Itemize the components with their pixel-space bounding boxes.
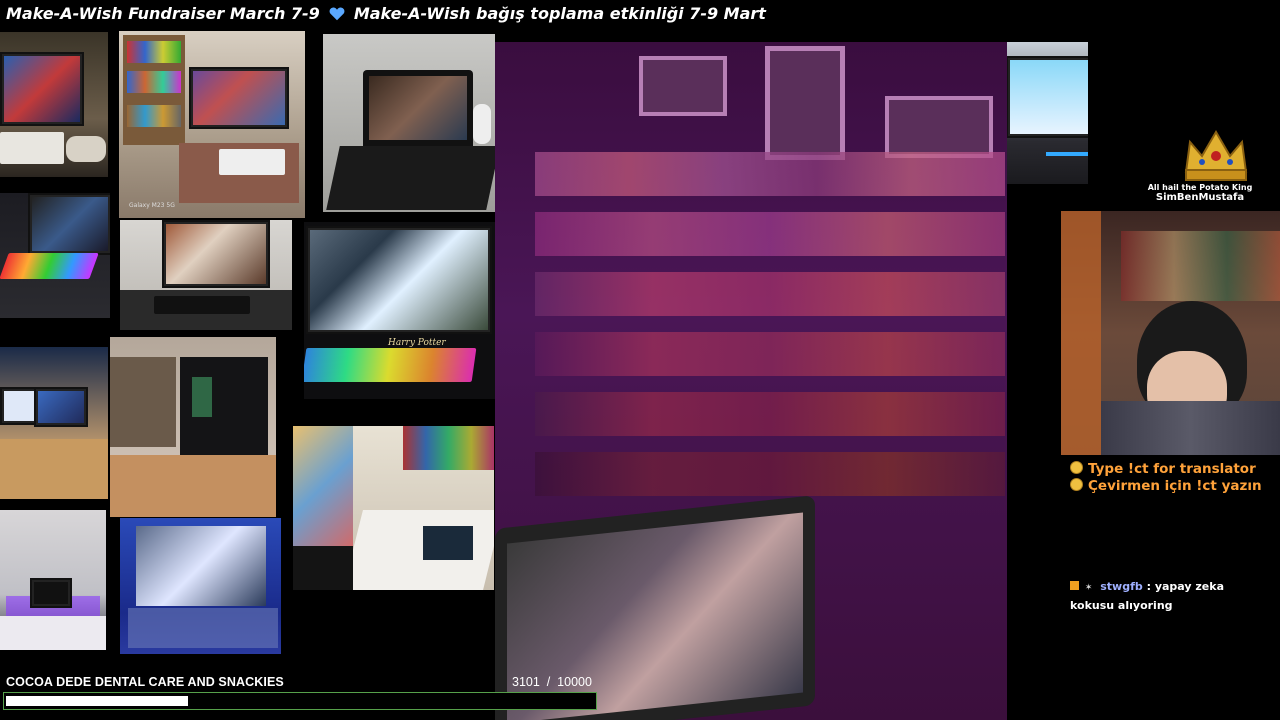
banner-text-tr: Make-A-Wish bağış toplama etkinliği 7-9 … bbox=[353, 4, 766, 23]
desk-photo-5 bbox=[120, 220, 292, 330]
desk-photo-12 bbox=[1006, 42, 1088, 184]
blue-heart-icon bbox=[328, 5, 346, 22]
chat-message-list: ✶ stwgfb : yapay zeka kokusu alıyoring bbox=[1070, 578, 1270, 614]
sparkle-icon: ✶ bbox=[1084, 583, 1093, 593]
donation-progress-fill bbox=[6, 696, 188, 706]
streamer-facecam bbox=[1061, 211, 1280, 455]
desk-photo-6: Harry Potter bbox=[304, 222, 495, 399]
sun-icon bbox=[1070, 478, 1083, 491]
main-webcam-feed bbox=[495, 42, 1007, 720]
harry-potter-logo: Harry Potter bbox=[388, 338, 446, 348]
desk-photo-8 bbox=[110, 337, 276, 517]
translator-line-en: Type !ct for translator bbox=[1070, 461, 1262, 478]
chat-username: stwgfb bbox=[1100, 580, 1143, 593]
donation-goal-count: 3101 / 10000 bbox=[512, 675, 592, 689]
sun-icon bbox=[1070, 461, 1083, 474]
desk-photo-10 bbox=[0, 510, 106, 650]
desk-photo-1 bbox=[0, 32, 108, 177]
desk-photo-11 bbox=[120, 518, 281, 654]
desk-photo-9 bbox=[293, 426, 494, 590]
translator-line-tr: Çevirmen için !ct yazın bbox=[1070, 478, 1262, 495]
fundraiser-banner: Make-A-Wish Fundraiser March 7-9 Make-A-… bbox=[6, 4, 766, 23]
donation-progress-bar bbox=[3, 692, 597, 710]
streamer-name: SimBenMustafa bbox=[1155, 192, 1245, 203]
streamer-subtitle: All hail the Potato King bbox=[1147, 183, 1253, 192]
crown-icon bbox=[1184, 130, 1248, 181]
badge-icon bbox=[1070, 581, 1079, 590]
translator-notice: Type !ct for translator Çevirmen için !c… bbox=[1070, 461, 1262, 495]
chat-separator: : bbox=[1146, 580, 1151, 593]
desk-photo-2: Galaxy M23 5G bbox=[119, 31, 305, 218]
donation-goal-title: COCOA DEDE DENTAL CARE AND SNACKIES bbox=[6, 675, 284, 689]
desk-photo-4 bbox=[0, 193, 110, 318]
desk-photo-7 bbox=[0, 347, 108, 499]
galaxy-caption: Galaxy M23 5G bbox=[129, 202, 175, 209]
chat-message: ✶ stwgfb : yapay zeka kokusu alıyoring bbox=[1070, 578, 1270, 614]
desk-photo-3 bbox=[323, 34, 495, 212]
banner-text-en: Make-A-Wish Fundraiser March 7-9 bbox=[6, 4, 320, 23]
